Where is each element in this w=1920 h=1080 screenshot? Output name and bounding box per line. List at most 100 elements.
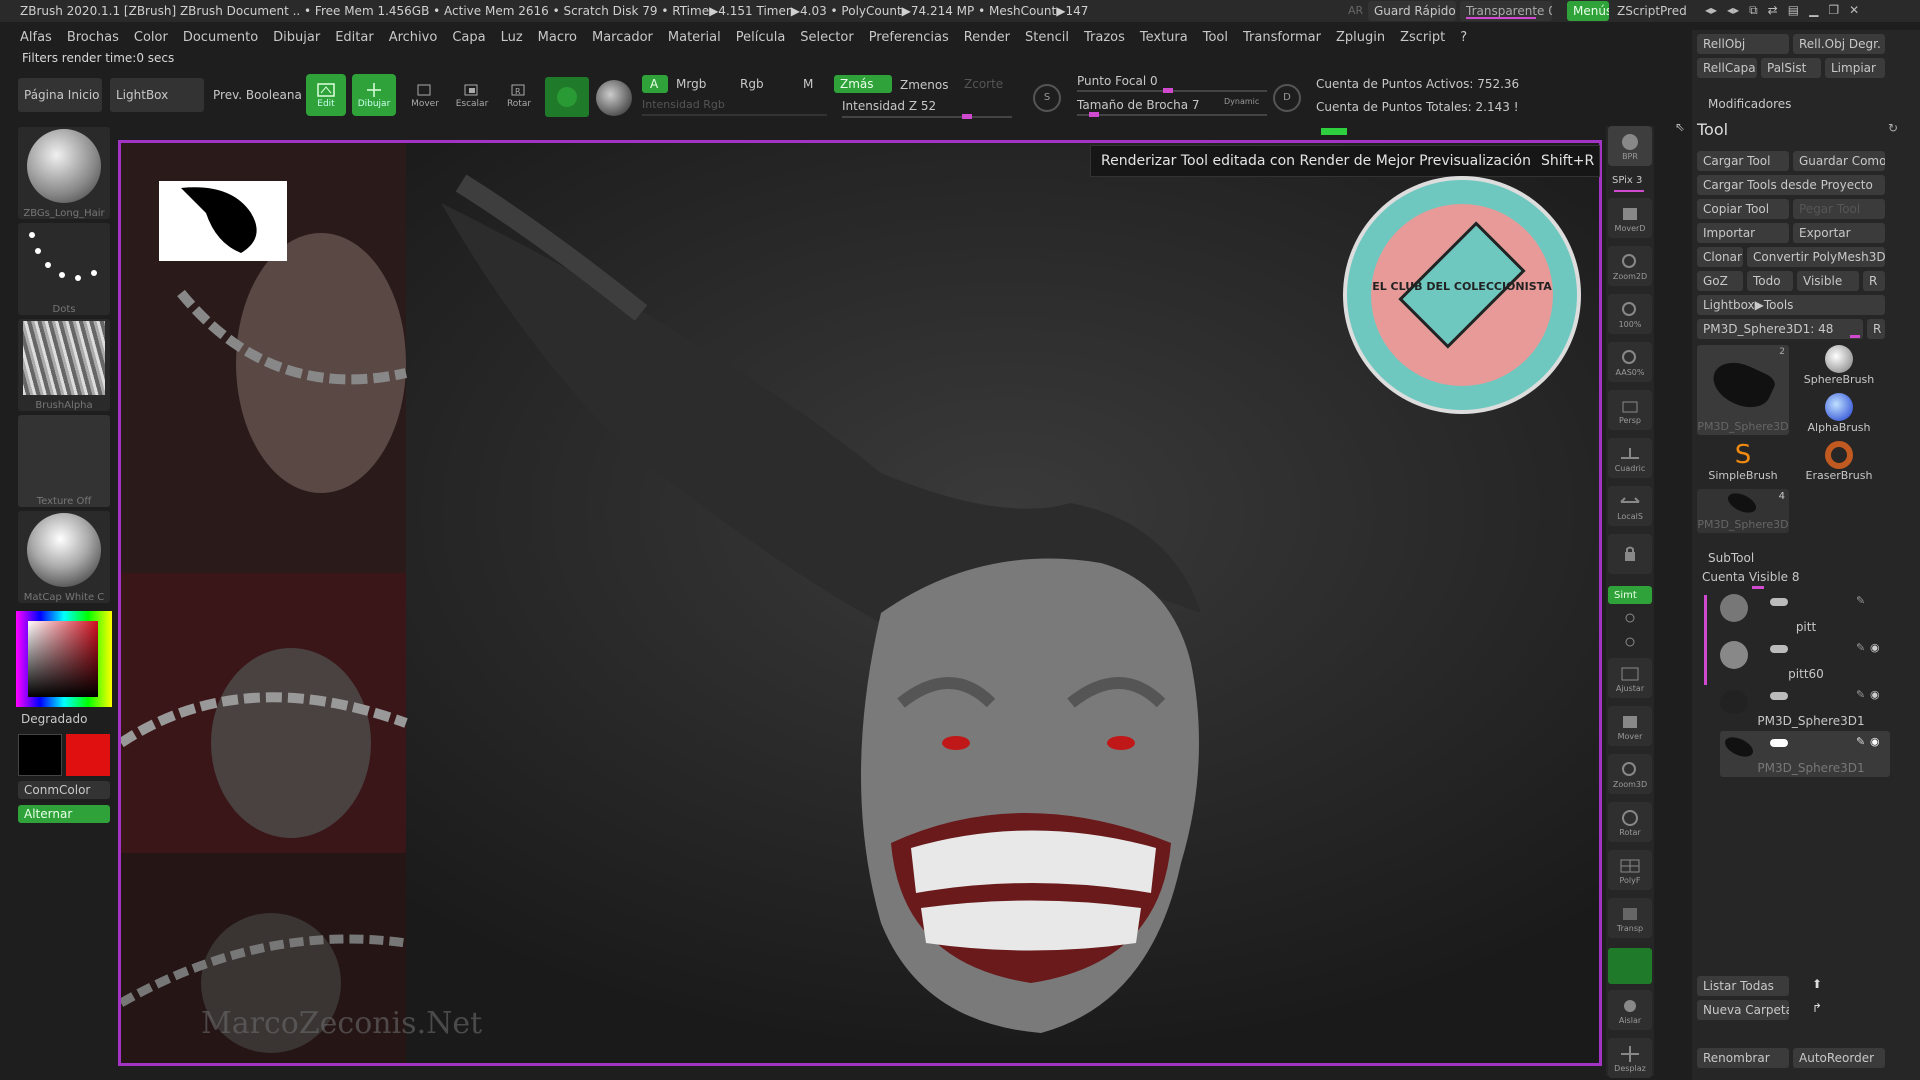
rotate3d-button[interactable]: Rotar [1608, 802, 1652, 842]
transp-button[interactable]: Transp [1608, 898, 1652, 938]
move-button[interactable]: Mover [405, 74, 445, 116]
rgb-toggle[interactable]: Rgb [740, 77, 764, 91]
save-as-button[interactable]: Guardar Como [1793, 151, 1885, 171]
menu-item[interactable]: Capa [452, 30, 485, 45]
menu-item[interactable]: Stencil [1025, 30, 1069, 45]
local-button[interactable]: LocalS [1608, 486, 1652, 526]
fill-layer-button[interactable]: RellCapa [1697, 58, 1757, 78]
quicksave-button[interactable]: Guard Rápido [1368, 1, 1456, 21]
all-button[interactable]: Todo [1747, 271, 1793, 291]
subtool-title[interactable]: SubTool [1708, 551, 1754, 565]
menu-item[interactable]: Color [134, 30, 168, 45]
brush-preview-icon[interactable] [545, 77, 589, 117]
list-all-button[interactable]: Listar Todas [1697, 976, 1789, 996]
tool-thumb-sphere3d[interactable]: 4 PM3D_Sphere3D [1697, 489, 1789, 533]
zscript-button[interactable]: ZScriptPred [1611, 1, 1693, 21]
material-thumbnail[interactable]: MatCap White C [18, 511, 110, 603]
switch-color-button[interactable]: ConmColor [18, 781, 110, 799]
a-toggle[interactable]: A [642, 75, 668, 93]
tool-thumb-eraserbrush[interactable]: EraserBrush [1793, 441, 1885, 489]
current-tool-slider[interactable]: PM3D_Sphere3D1: 48 [1697, 319, 1863, 339]
r-button-2[interactable]: R [1867, 319, 1885, 339]
load-tool-button[interactable]: Cargar Tool [1697, 151, 1789, 171]
eye-icon[interactable]: ◉ [1870, 688, 1880, 701]
subtool-scroll-indicator[interactable] [1704, 595, 1707, 685]
subtool-row[interactable]: ✎ pitt [1720, 590, 1890, 636]
menu-item[interactable]: Marcador [592, 30, 653, 45]
frame-button[interactable]: Ajustar [1608, 658, 1652, 698]
color-picker-sv[interactable] [28, 621, 98, 697]
move3d-button[interactable]: Mover [1608, 706, 1652, 746]
menu-item[interactable]: ? [1460, 30, 1467, 45]
toggle-icon[interactable] [1770, 645, 1788, 653]
close-icon[interactable]: ✕ [1849, 3, 1859, 19]
menus-toggle[interactable]: Menús [1567, 1, 1609, 21]
material-sphere-icon[interactable] [596, 80, 632, 116]
rgb-intensity-slider[interactable]: Intensidad Rgb [642, 98, 725, 111]
swap-icon[interactable]: ⇄ [1768, 3, 1778, 19]
eye-icon[interactable]: ◉ [1870, 641, 1880, 654]
minimize-icon[interactable]: ▁ [1809, 3, 1818, 19]
alpha-thumbnail[interactable]: BrushAlpha [18, 319, 110, 411]
home-page-button[interactable]: Página Inicio [18, 78, 102, 112]
sym-x-icon[interactable] [1608, 606, 1652, 630]
rotate-button[interactable]: R Rotar [499, 74, 539, 116]
menu-item[interactable]: Documento [183, 30, 258, 45]
boolean-preview-button[interactable]: Prev. Booleana [213, 88, 302, 102]
refresh-icon[interactable]: ↻ [1888, 121, 1898, 135]
menu-item[interactable]: Textura [1140, 30, 1188, 45]
tool-panel-title[interactable]: Tool [1697, 120, 1728, 139]
menu-item[interactable]: Transformar [1243, 30, 1321, 45]
subtool-row-selected[interactable]: ✎ ◉ PM3D_Sphere3D1 [1720, 731, 1890, 777]
fill-object-gradient-button[interactable]: Rell.Obj Degr. [1793, 34, 1885, 54]
visible-button[interactable]: Visible [1797, 271, 1859, 291]
xpose-button[interactable]: Desplaz [1608, 1038, 1652, 1078]
menu-item[interactable]: Brochas [67, 30, 119, 45]
menu-item[interactable]: Material [668, 30, 721, 45]
brush-thumbnail[interactable]: ZBGs_Long_Hair [18, 127, 110, 219]
tool-thumb-alphabrush[interactable]: AlphaBrush [1793, 393, 1885, 441]
new-folder-button[interactable]: Nueva Carpeta [1697, 1000, 1789, 1020]
menu-item[interactable]: Tool [1203, 30, 1228, 45]
floor-button[interactable]: Cuadric [1608, 438, 1652, 478]
import-button[interactable]: Importar [1697, 223, 1789, 243]
draw-button[interactable]: Dibujar [352, 74, 396, 116]
mrgb-toggle[interactable]: Mrgb [676, 77, 706, 91]
load-tools-from-project-button[interactable]: Cargar Tools desde Proyecto [1697, 175, 1885, 195]
subtool-row[interactable]: ✎ ◉ PM3D_Sphere3D1 [1720, 684, 1890, 730]
focal-shift-slider[interactable]: Punto Focal 0 [1077, 74, 1158, 88]
lightbox-tools-button[interactable]: Lightbox▶Tools [1697, 295, 1885, 315]
texture-thumbnail[interactable]: Texture Off [18, 415, 110, 507]
scroll-left-icon[interactable]: ◂▸ [1705, 3, 1717, 19]
layout-icon[interactable]: ⧉ [1749, 3, 1758, 19]
rename-button[interactable]: Renombrar [1697, 1048, 1789, 1068]
current-tool-handle[interactable] [1850, 335, 1860, 338]
menu-item[interactable]: Zplugin [1336, 30, 1385, 45]
toggle-icon[interactable] [1770, 739, 1788, 747]
actual-size-button[interactable]: 100% [1608, 294, 1652, 334]
fill-object-button[interactable]: RellObj [1697, 34, 1789, 54]
brush-size-slider[interactable]: Tamaño de Brocha 7 [1077, 98, 1200, 112]
goz-button[interactable]: GoZ [1697, 271, 1743, 291]
toggle-icon[interactable] [1770, 692, 1788, 700]
pin-icon[interactable]: ⇖ [1675, 120, 1689, 134]
zoom2d-button[interactable]: Zoom2D [1608, 246, 1652, 286]
menu-item[interactable]: Macro [538, 30, 577, 45]
brush-edit-icon[interactable]: ✎ [1856, 594, 1865, 607]
spix-label[interactable]: SPix 3 [1612, 175, 1642, 186]
brush-edit-icon[interactable]: ✎ [1856, 735, 1865, 748]
persp-button[interactable]: Persp [1608, 390, 1652, 430]
menu-item[interactable]: Película [736, 30, 786, 45]
dynamic-toggle[interactable]: Dynamic [1224, 97, 1259, 106]
m-toggle[interactable]: M [803, 77, 813, 91]
scale-button[interactable]: Escalar [452, 74, 492, 116]
tool-thumb-active[interactable]: 2 PM3D_Sphere3D [1697, 345, 1789, 435]
zcut-toggle[interactable]: Zcorte [964, 77, 1003, 91]
paste-tool-button[interactable]: Pegar Tool [1793, 199, 1885, 219]
restore-icon[interactable]: ❐ [1828, 3, 1839, 19]
scroll-right-icon[interactable]: ◂▸ [1727, 3, 1739, 19]
tool-thumb-spherebrush[interactable]: SphereBrush [1793, 345, 1885, 393]
visible-count-slider[interactable]: Cuenta Visible 8 [1702, 570, 1800, 584]
solo-button[interactable]: Aislar [1608, 990, 1652, 1030]
menu-item[interactable]: Zscript [1400, 30, 1445, 45]
